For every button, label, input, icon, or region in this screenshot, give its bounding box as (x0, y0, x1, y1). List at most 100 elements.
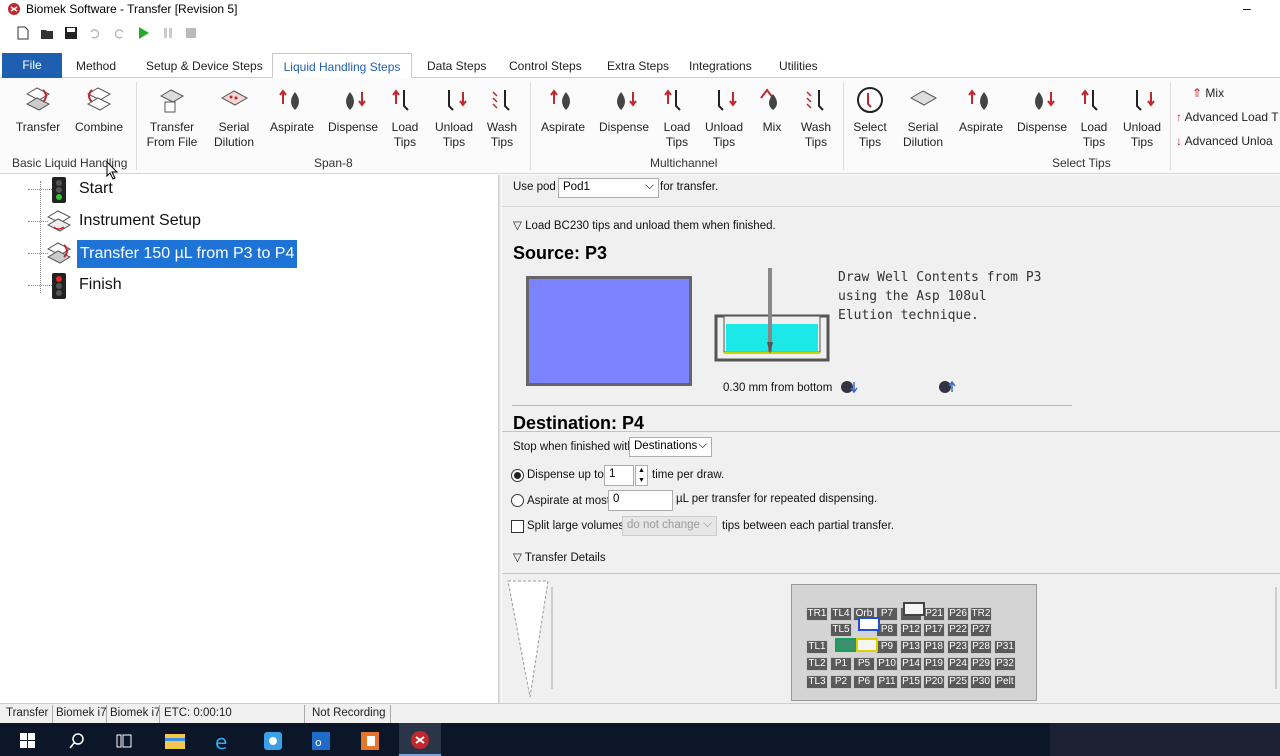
raise-tip-icon[interactable] (938, 379, 956, 395)
lower-tip-icon[interactable] (840, 379, 858, 395)
deck-position-tr1[interactable]: TR1 (806, 607, 828, 621)
deck-position-p2[interactable]: P2 (830, 675, 852, 689)
deck-position-p14[interactable]: P14 (900, 657, 922, 671)
new-file-icon[interactable] (16, 26, 30, 40)
save-icon[interactable] (64, 26, 78, 40)
deck-position-p19[interactable]: P19 (923, 657, 945, 671)
dispense-count-input[interactable]: 1 (604, 465, 634, 486)
aspirate-radio[interactable] (511, 494, 524, 507)
deck-position-pelt[interactable]: Pelt (994, 675, 1016, 689)
span8-load-tips-button[interactable]: Load Tips (386, 86, 424, 150)
mc-aspirate-button[interactable]: Aspirate (538, 86, 588, 135)
deck-position-p32[interactable]: P32 (994, 657, 1016, 671)
deck-position-p13[interactable]: P13 (900, 640, 922, 654)
aspirate-volume-input[interactable]: 0 (608, 490, 673, 511)
transfer-details-toggle[interactable]: ▽ Transfer Details (513, 550, 606, 564)
deck-position-p12[interactable]: P12 (900, 623, 922, 637)
deck-position-p20[interactable]: P20 (923, 675, 945, 689)
deck-position-tr2[interactable]: TR2 (970, 607, 992, 621)
deck-position-p27[interactable]: P27 (970, 623, 992, 637)
deck-position-p1[interactable]: P1 (830, 657, 852, 671)
deck-position-p6[interactable]: P6 (853, 675, 875, 689)
split-volumes-checkbox[interactable] (511, 520, 524, 533)
tab-setup-device-steps[interactable]: Setup & Device Steps (140, 53, 269, 78)
deck-position-p21[interactable]: P21 (923, 607, 945, 621)
st-unload-tips-button[interactable]: Unload Tips (1118, 86, 1166, 150)
span8-serial-dilution-button[interactable]: Serial Dilution (206, 86, 262, 150)
deck-labware[interactable] (856, 638, 878, 652)
tab-file[interactable]: File (2, 53, 62, 78)
tree-item-start[interactable]: Start (79, 180, 113, 198)
st-dispense-button[interactable]: Dispense (1014, 86, 1070, 135)
dispense-spinner[interactable]: ▲ ▼ (635, 465, 648, 486)
tab-liquid-handling-steps[interactable]: Liquid Handling Steps (272, 53, 412, 79)
advanced-load-button[interactable]: ↑ Advanced Load T (1176, 110, 1279, 124)
file-explorer-icon[interactable] (164, 731, 186, 751)
deck-position-p18[interactable]: P18 (923, 640, 945, 654)
span8-wash-tips-button[interactable]: Wash Tips (484, 86, 520, 150)
tab-method[interactable]: Method (70, 53, 122, 78)
span8-dispense-button[interactable]: Dispense (326, 86, 380, 135)
deck-labware[interactable] (835, 638, 857, 652)
deck-position-tl4[interactable]: TL4 (830, 607, 852, 621)
search-icon[interactable] (68, 732, 86, 750)
span8-aspirate-button[interactable]: Aspirate (268, 86, 316, 135)
transfer-button[interactable]: Transfer (12, 86, 64, 135)
small-mix-button[interactable]: ⇑ Mix (1192, 86, 1224, 100)
stop-when-select[interactable]: Destinations ⌵ (629, 437, 712, 457)
stop-icon[interactable] (184, 26, 198, 40)
load-tips-toggle[interactable]: ▽ Load BC230 tips and unload them when f… (513, 218, 776, 232)
mc-unload-tips-button[interactable]: Unload Tips (700, 86, 748, 150)
pod-select[interactable]: Pod1 ⌵ (558, 178, 659, 198)
deck-labware[interactable] (858, 617, 880, 631)
store-icon[interactable] (262, 730, 284, 752)
mc-load-tips-button[interactable]: Load Tips (658, 86, 696, 150)
minimize-button[interactable]: – (1243, 0, 1251, 16)
deck-position-p24[interactable]: P24 (947, 657, 969, 671)
run-icon[interactable] (137, 26, 151, 40)
source-labware-view[interactable] (526, 276, 692, 386)
split-tips-select[interactable]: do not change ⌵ (622, 516, 717, 536)
tab-utilities[interactable]: Utilities (773, 53, 824, 78)
deck-position-p5[interactable]: P5 (853, 657, 875, 671)
pause-icon[interactable] (161, 26, 175, 40)
outlook-icon[interactable]: o (310, 730, 332, 752)
deck-labware[interactable] (903, 602, 925, 616)
deck-position-p28[interactable]: P28 (970, 640, 992, 654)
internet-explorer-icon[interactable]: e (213, 730, 235, 752)
tree-item-finish[interactable]: Finish (79, 276, 122, 294)
deck-position-p22[interactable]: P22 (947, 623, 969, 637)
st-aspirate-button[interactable]: Aspirate (956, 86, 1006, 135)
tree-item-transfer[interactable]: Transfer 150 µL from P3 to P4 (77, 240, 298, 268)
tab-extra-steps[interactable]: Extra Steps (601, 53, 675, 78)
tab-integrations[interactable]: Integrations (683, 53, 758, 78)
deck-position-p25[interactable]: P25 (947, 675, 969, 689)
mc-mix-button[interactable]: Mix (756, 86, 788, 135)
windows-start-icon[interactable] (20, 733, 36, 749)
st-load-tips-button[interactable]: Load Tips (1076, 86, 1112, 150)
tab-control-steps[interactable]: Control Steps (503, 53, 588, 78)
combine-button[interactable]: Combine (70, 86, 128, 135)
deck-position-p23[interactable]: P23 (947, 640, 969, 654)
panel-splitter[interactable] (498, 175, 501, 703)
biomek-taskbar-button[interactable] (399, 723, 441, 756)
open-folder-icon[interactable] (40, 26, 54, 40)
redo-icon[interactable] (112, 26, 126, 40)
mc-wash-tips-button[interactable]: Wash Tips (796, 86, 836, 150)
span8-unload-tips-button[interactable]: Unload Tips (430, 86, 478, 150)
deck-position-p10[interactable]: P10 (876, 657, 898, 671)
st-serial-dilution-button[interactable]: Serial Dilution (896, 86, 950, 150)
deck-position-p26[interactable]: P26 (947, 607, 969, 621)
span8-transfer-from-file-button[interactable]: Transfer From File (142, 86, 202, 150)
deck-position-tl3[interactable]: TL3 (806, 675, 828, 689)
deck-position-p29[interactable]: P29 (970, 657, 992, 671)
deck-layout[interactable]: TR1TL4OrbP7P16P21P26TR2TL5P8P12P17P22P27… (791, 584, 1037, 701)
deck-position-p31[interactable]: P31 (994, 640, 1016, 654)
deck-position-p15[interactable]: P15 (900, 675, 922, 689)
deck-position-tl1[interactable]: TL1 (806, 640, 828, 654)
tab-data-steps[interactable]: Data Steps (421, 53, 492, 78)
advanced-unload-button[interactable]: ↓ Advanced Unloa (1176, 134, 1273, 148)
undo-icon[interactable] (88, 26, 102, 40)
deck-position-tl5[interactable]: TL5 (830, 623, 852, 637)
deck-position-tl2[interactable]: TL2 (806, 657, 828, 671)
